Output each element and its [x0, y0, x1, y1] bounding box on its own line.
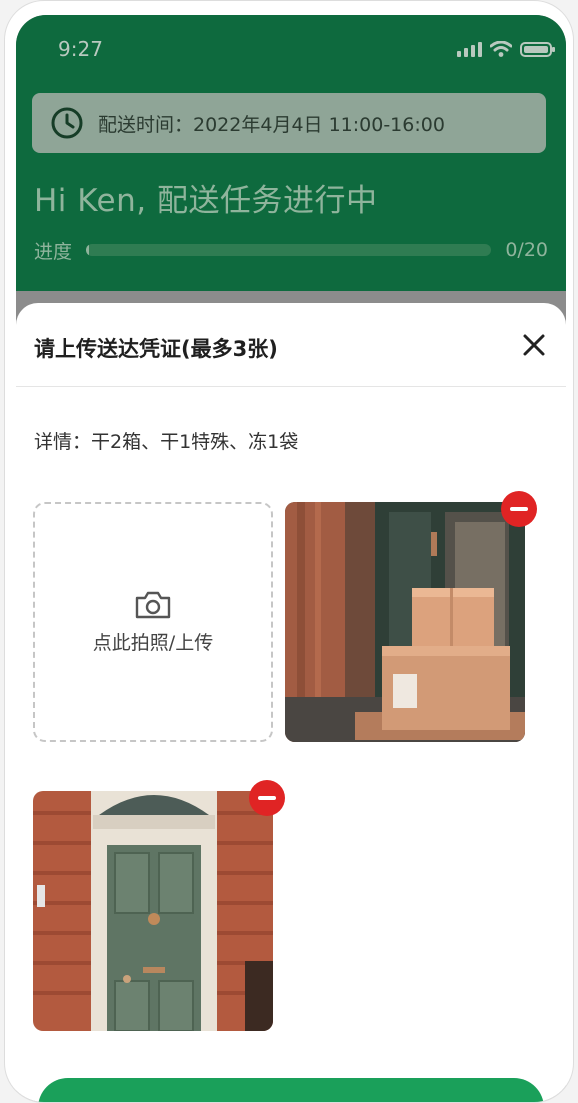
clock-icon — [51, 107, 83, 139]
sheet-title: 请上传送达凭证(最多3张) — [34, 337, 278, 361]
progress-label: 进度 — [34, 240, 73, 263]
delivery-time-banner: 配送时间：2022年4月4日 11:00-16:00 — [32, 93, 546, 153]
progress-count: 0/20 — [505, 239, 548, 261]
remove-photo-2-button[interactable] — [249, 780, 285, 816]
parcels-at-door-photo[interactable] — [285, 502, 525, 742]
progress-fill — [86, 244, 90, 256]
status-time: 9:27 — [58, 37, 103, 61]
status-icons — [457, 41, 555, 57]
close-icon[interactable] — [520, 331, 548, 359]
status-bar: 9:27 — [16, 15, 566, 83]
upload-label: 点此拍照/上传 — [92, 631, 214, 654]
greeting-title: Hi Ken, 配送任务进行中 — [34, 183, 378, 219]
app-screen: 9:27 配送时间：2022年4月4日 11:00-16:00 Hi Ken, … — [16, 15, 566, 1102]
battery-icon — [520, 41, 555, 57]
task-header: 9:27 配送时间：2022年4月4日 11:00-16:00 Hi Ken, … — [16, 15, 566, 291]
delivery-time-text: 配送时间：2022年4月4日 11:00-16:00 — [98, 113, 445, 136]
submit-button[interactable] — [38, 1078, 544, 1102]
phone-frame: 9:27 配送时间：2022年4月4日 11:00-16:00 Hi Ken, … — [4, 0, 574, 1103]
progress-bar — [86, 244, 492, 256]
progress-row: 进度 0/20 — [34, 237, 548, 263]
wifi-icon — [490, 41, 512, 57]
upload-proof-sheet: 请上传送达凭证(最多3张) 详情：干2箱、干1特殊、冻1袋 点此拍照/上传 — [16, 303, 566, 1102]
order-details: 详情：干2箱、干1特殊、冻1袋 — [34, 431, 299, 453]
sheet-header: 请上传送达凭证(最多3张) — [16, 303, 566, 387]
upload-photo-button[interactable]: 点此拍照/上传 — [33, 502, 273, 742]
camera-icon — [135, 591, 171, 618]
remove-photo-1-button[interactable] — [501, 491, 537, 527]
signal-icon — [457, 41, 482, 57]
green-front-door-photo[interactable] — [33, 791, 273, 1031]
